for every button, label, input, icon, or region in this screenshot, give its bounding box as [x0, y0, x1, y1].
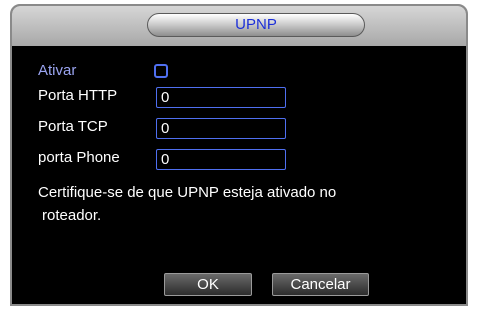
phone-port-label: porta Phone: [38, 149, 120, 166]
http-port-field[interactable]: 0: [156, 87, 286, 108]
tcp-port-label: Porta TCP: [38, 118, 108, 135]
http-port-label: Porta HTTP: [38, 87, 118, 104]
upnp-note: Certifique-se de que UPNP esteja ativado…: [38, 181, 438, 227]
title-bar: UPNP: [12, 6, 466, 46]
note-line-1: Certifique-se de que UPNP esteja ativado…: [38, 184, 337, 201]
enable-label: Ativar: [38, 62, 77, 79]
screen: UPNP Ativar Porta HTTP 0 Porta TCP 0 por…: [0, 0, 479, 314]
dialog-title: UPNP: [235, 16, 277, 33]
note-line-2: roteador.: [42, 207, 102, 224]
cancel-button[interactable]: Cancelar: [272, 273, 369, 296]
title-pill: UPNP: [147, 13, 365, 37]
phone-port-field[interactable]: 0: [156, 149, 286, 170]
enable-checkbox[interactable]: [154, 64, 168, 78]
tcp-port-field[interactable]: 0: [156, 118, 286, 139]
upnp-dialog: UPNP Ativar Porta HTTP 0 Porta TCP 0 por…: [10, 4, 468, 306]
ok-button[interactable]: OK: [164, 273, 252, 296]
